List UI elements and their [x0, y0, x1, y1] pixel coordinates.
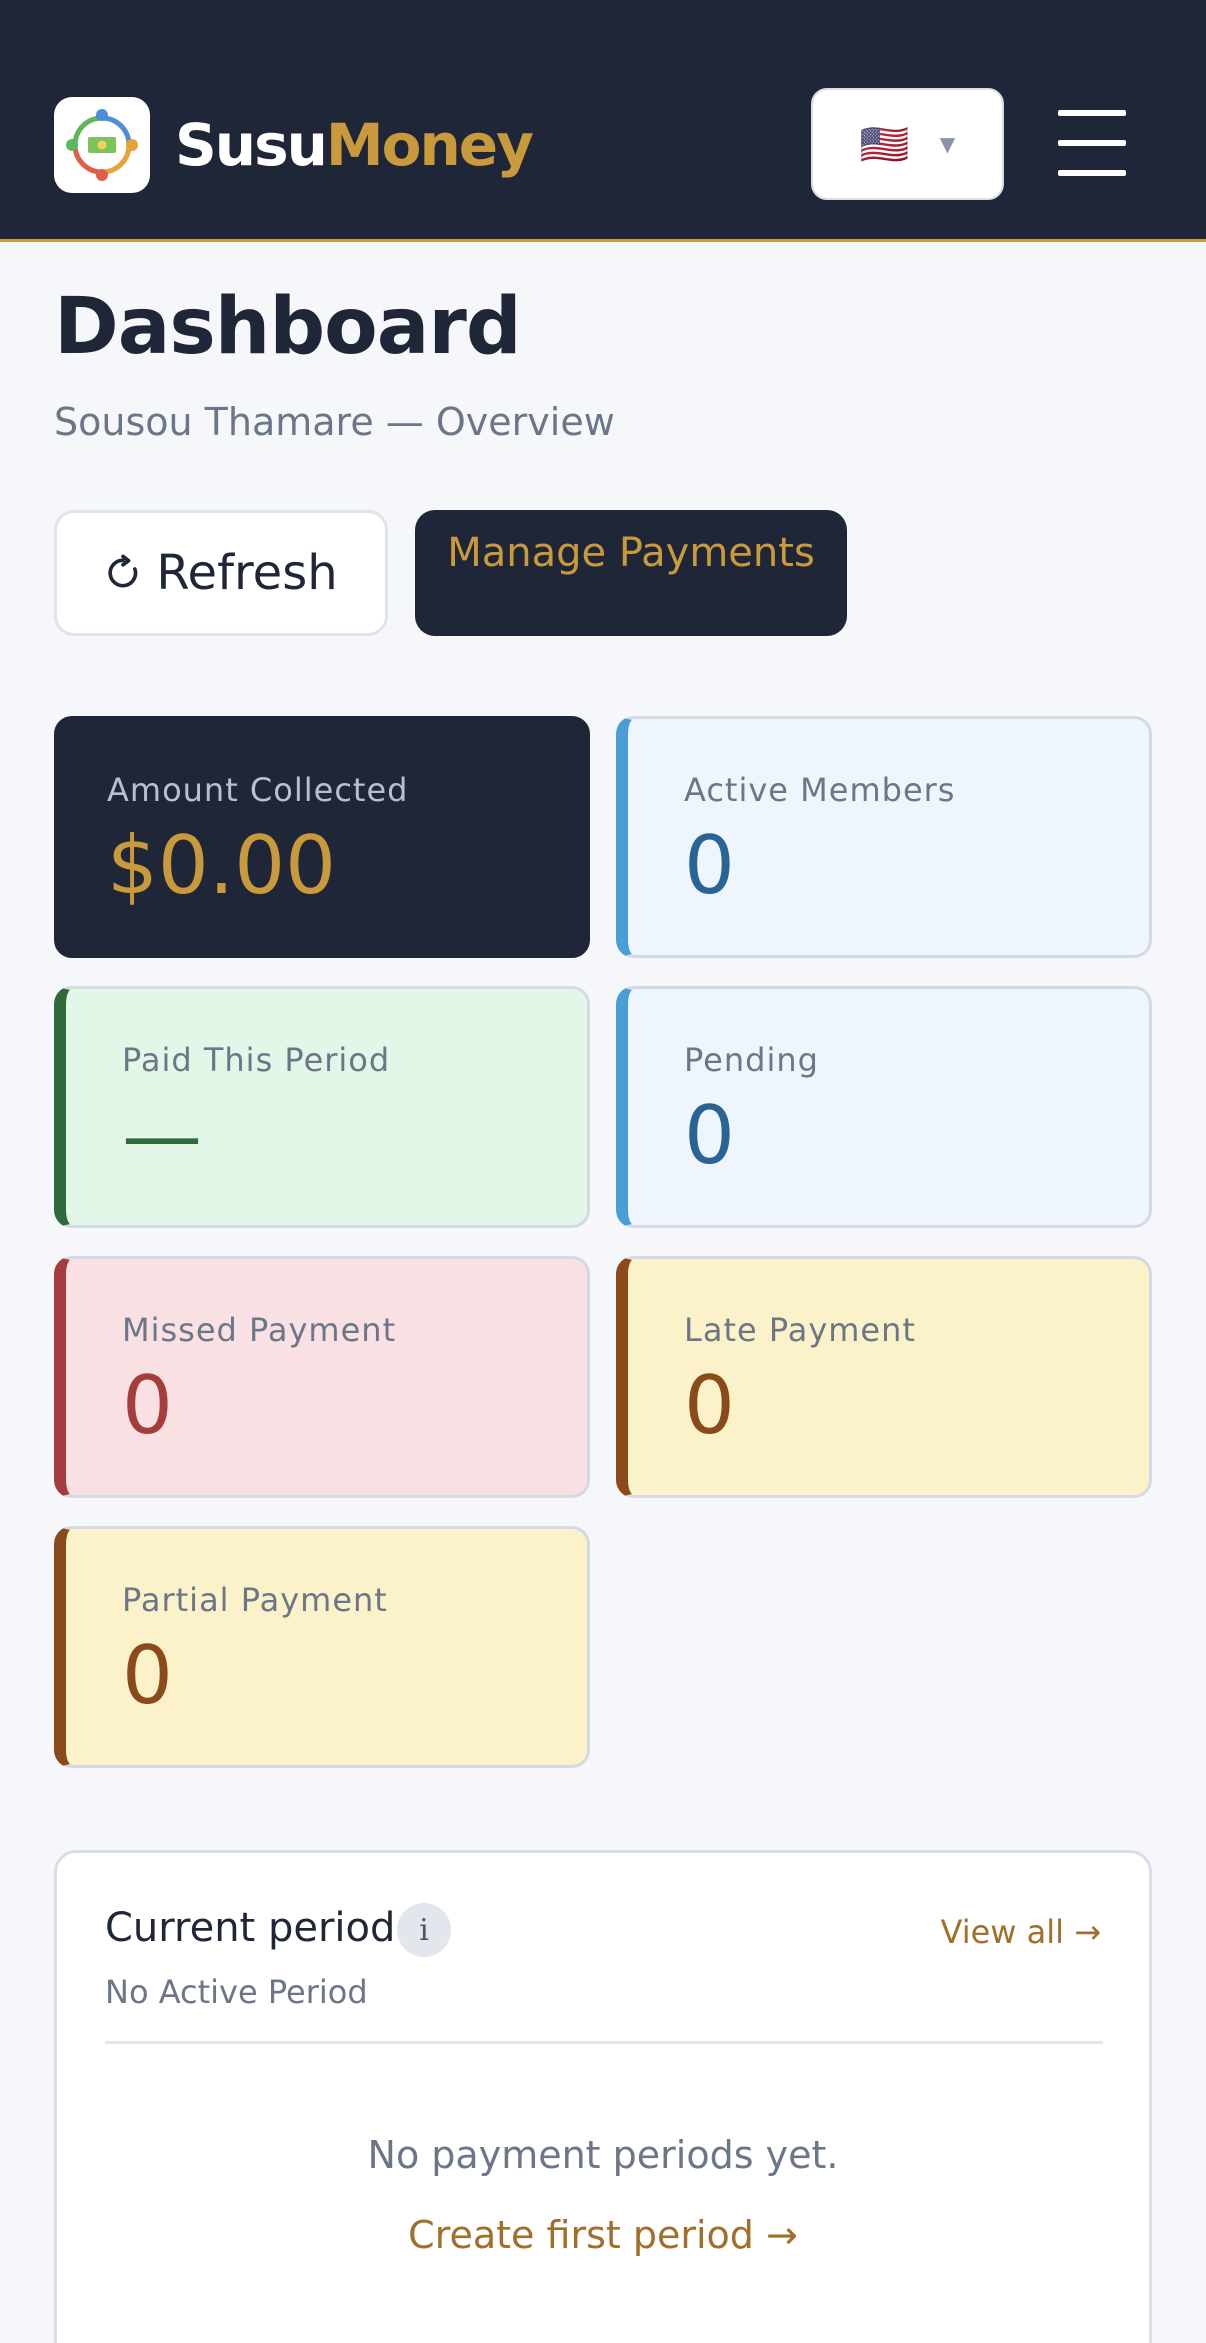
stat-card-missed-payment: Missed Payment 0: [54, 1256, 590, 1498]
stat-card-partial-payment: Partial Payment 0: [54, 1526, 590, 1768]
stat-card-amount-collected: Amount Collected $0.00: [54, 716, 590, 958]
current-period-status: No Active Period: [105, 1973, 368, 2011]
page-title: Dashboard: [54, 282, 522, 372]
hamburger-menu-button[interactable]: [1058, 110, 1126, 176]
manage-payments-button[interactable]: Manage Payments: [415, 510, 847, 636]
stat-label: Paid This Period: [122, 1041, 391, 1079]
empty-state-message: No payment periods yet.: [367, 2133, 839, 2177]
brand-name[interactable]: SusuMoney: [175, 108, 534, 182]
current-period-title: Current period: [105, 1905, 396, 1951]
stat-label: Amount Collected: [107, 771, 409, 809]
create-first-period-link[interactable]: Create first period →: [57, 2213, 1149, 2257]
logo-icon: [66, 109, 138, 181]
view-all-link[interactable]: View all →: [941, 1913, 1101, 1951]
menu-icon-bar: [1058, 140, 1126, 146]
stat-label: Partial Payment: [122, 1581, 388, 1619]
stat-value: —: [122, 1089, 202, 1182]
manage-payments-label: Manage Payments: [447, 530, 815, 576]
info-icon[interactable]: i: [397, 1903, 451, 1957]
page-subtitle: Sousou Thamare — Overview: [54, 400, 615, 444]
us-flag-icon: 🇺🇸: [859, 121, 910, 168]
stat-value: 0: [684, 1359, 735, 1452]
app-logo[interactable]: [54, 97, 150, 193]
top-navbar: SusuMoney 🇺🇸 ▼: [0, 0, 1206, 242]
stat-label: Pending: [684, 1041, 819, 1079]
refresh-button[interactable]: Refresh: [54, 510, 388, 636]
stat-value: 0: [122, 1629, 173, 1722]
language-selector[interactable]: 🇺🇸 ▼: [811, 88, 1004, 200]
stat-card-late-payment: Late Payment 0: [616, 1256, 1152, 1498]
brand-name-part2: Money: [325, 111, 534, 179]
divider: [105, 2041, 1103, 2044]
stat-label: Active Members: [684, 771, 956, 809]
stat-value: $0.00: [107, 819, 337, 912]
chevron-down-icon: ▼: [939, 132, 956, 156]
current-period-panel: Current period i View all → No Active Pe…: [54, 1850, 1152, 2343]
refresh-icon: [108, 554, 138, 588]
stat-label: Missed Payment: [122, 1311, 397, 1349]
stat-value: 0: [684, 819, 735, 912]
menu-icon-bar: [1058, 110, 1126, 116]
stat-value: 0: [684, 1089, 735, 1182]
stat-card-active-members: Active Members 0: [616, 716, 1152, 958]
menu-icon-bar: [1058, 170, 1126, 176]
stat-label: Late Payment: [684, 1311, 916, 1349]
stat-value: 0: [122, 1359, 173, 1452]
refresh-button-label: Refresh: [156, 545, 338, 601]
stat-card-pending: Pending 0: [616, 986, 1152, 1228]
brand-name-part1: Susu: [175, 111, 328, 179]
stat-card-paid-this-period: Paid This Period —: [54, 986, 590, 1228]
